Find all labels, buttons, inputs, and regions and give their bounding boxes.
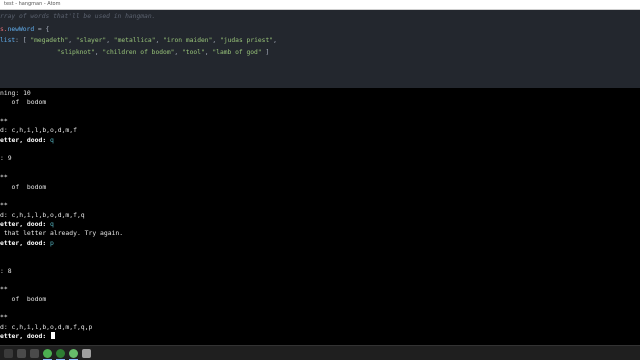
terminal-line: ** [0, 313, 8, 322]
window-titlebar: test - hangman - Atom [0, 0, 640, 10]
terminal-prompt: etter, dood: [0, 238, 51, 247]
code-punctuation: , [212, 37, 220, 44]
terminal-prompt: etter, dood: [0, 135, 51, 144]
app-icon[interactable] [82, 349, 91, 358]
code-line-list-1: list: [ "megadeth", "slayer", "metallica… [0, 36, 281, 46]
code-punctuation: , [106, 37, 114, 44]
code-punctuation: ] [261, 49, 270, 56]
code-punctuation: , [174, 49, 183, 56]
code-punctuation: = { [34, 26, 50, 33]
code-line-assignment: s.newWord = { [0, 25, 49, 35]
atom-icon[interactable] [69, 349, 78, 358]
terminal-line: that letter already. Try again. [0, 229, 124, 238]
terminal-input: q [50, 219, 54, 228]
code-string: "slipknot" [56, 49, 95, 56]
terminal-line: ** [0, 285, 8, 294]
code-punctuation: , [68, 37, 76, 44]
code-line-list-2: "slipknot", "children of bodom", "tool",… [0, 48, 269, 58]
search-icon[interactable] [17, 349, 26, 358]
chrome-icon[interactable] [43, 349, 52, 358]
code-line-comment: rray of words that'll be used in hangman… [0, 12, 155, 22]
terminal-line: ** [0, 173, 8, 182]
terminal-line: etter, dood: q [0, 136, 54, 144]
code-string: "tool" [182, 49, 205, 56]
code-key: list [0, 37, 16, 44]
taskbar [0, 345, 640, 360]
code-punctuation: : [ [15, 37, 31, 44]
terminal-line: ** [0, 117, 8, 126]
terminal-input: q [50, 135, 54, 144]
terminal-line: etter, dood: p [0, 239, 54, 247]
window-title: test - hangman - Atom [4, 1, 61, 7]
terminal-line: etter, dood: q [0, 220, 54, 228]
terminal-icon[interactable] [56, 349, 65, 358]
terminal-line: of bodom [0, 294, 47, 303]
code-string: "megadeth" [30, 37, 69, 44]
terminal-line: etter, dood: [0, 332, 56, 341]
code-string: "iron maiden" [163, 37, 213, 44]
code-editor[interactable]: rray of words that'll be used in hangman… [0, 10, 640, 88]
terminal-prompt: etter, dood: [0, 332, 51, 341]
code-string: "metallica" [113, 37, 156, 44]
terminal-line: d: c,h,i,l,b,o,d,m,f,q,p [0, 322, 93, 331]
terminal-line: ning: 10 [0, 89, 31, 97]
terminal-cursor [51, 332, 56, 340]
terminal-line: of bodom [0, 182, 47, 191]
terminal-line: d: c,h,i,l,b,o,d,m,f [0, 126, 77, 135]
code-string: "slayer" [75, 37, 107, 44]
code-string: "children of bodom" [102, 49, 175, 56]
code-object: s. [0, 26, 8, 33]
code-comment: rray of words that'll be used in hangman… [0, 13, 156, 20]
terminal-line: : 9 [0, 154, 12, 163]
terminal-line: ** [0, 201, 8, 210]
task-view-icon[interactable] [30, 349, 39, 358]
code-string: "judas priest" [219, 37, 274, 44]
code-punctuation: , [155, 37, 164, 44]
terminal-input: p [50, 238, 54, 247]
windows-start-icon[interactable] [4, 349, 13, 358]
terminal-line: d: c,h,i,l,b,o,d,m,f,q [0, 210, 85, 219]
code-property: newWord [7, 26, 35, 33]
terminal-output[interactable]: ning: 10 of bodom ** d: c,h,i,l,b,o,d,m,f e… [0, 88, 640, 345]
terminal-line: : 8 [0, 266, 12, 275]
terminal-prompt: etter, dood: [0, 219, 51, 228]
code-string: "lamb of god" [212, 49, 262, 56]
code-punctuation: , [273, 37, 281, 44]
terminal-line: of bodom [0, 98, 47, 107]
